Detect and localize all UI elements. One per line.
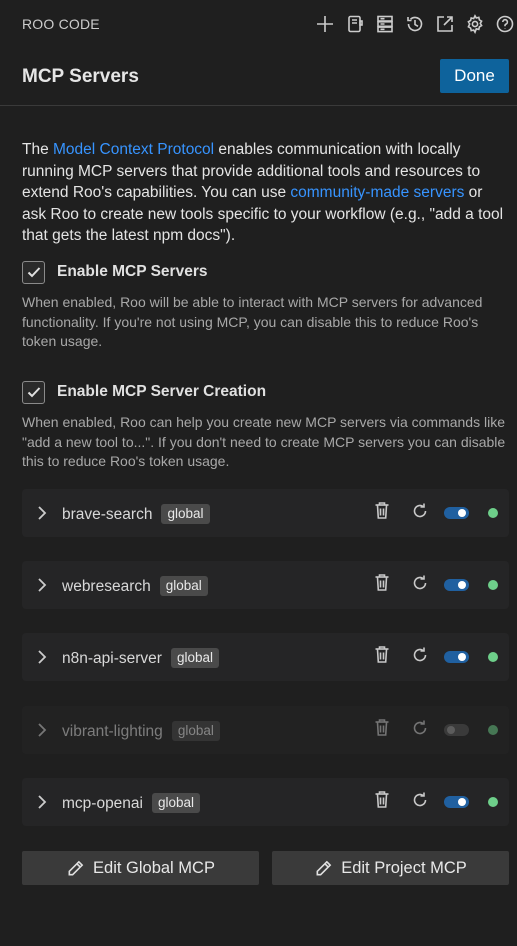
status-dot [488, 797, 498, 807]
status-dot [488, 580, 498, 590]
checkmark-icon [27, 387, 40, 398]
page-header: MCP Servers Done [0, 50, 517, 106]
intro-text: The Model Context Protocol enables commu… [22, 139, 507, 247]
server-name: mcp-openai global [62, 793, 201, 813]
server-name: vibrant-lighting global [62, 721, 220, 741]
enable-mcp-servers-checkbox[interactable] [22, 260, 45, 284]
edit-project-mcp-label: Edit Project MCP [341, 858, 467, 877]
server-name: n8n-api-server global [62, 648, 219, 668]
history-icon[interactable] [404, 12, 426, 36]
delete-icon[interactable] [373, 718, 393, 740]
status-dot [488, 725, 498, 735]
enable-mcp-server-creation-label[interactable]: Enable MCP Server Creation [57, 383, 266, 401]
scope-badge: global [170, 648, 219, 668]
scope-badge: global [152, 793, 201, 813]
restart-icon[interactable] [411, 573, 431, 595]
server-enable-toggle[interactable] [444, 796, 469, 808]
plus-icon[interactable] [314, 12, 336, 36]
settings-icon[interactable] [464, 12, 486, 36]
edit-global-mcp-label: Edit Global MCP [93, 858, 215, 877]
mcp-servers-icon[interactable] [374, 12, 396, 36]
server-item-webresearch[interactable]: webresearch global [22, 561, 509, 609]
server-name-text: n8n-api-server [62, 650, 162, 667]
status-dot [488, 652, 498, 662]
server-item-vibrant-lighting[interactable]: vibrant-lighting global [22, 706, 509, 754]
toggle-knob [458, 653, 466, 661]
server-item-mcp-openai[interactable]: mcp-openai global [22, 778, 509, 826]
community-servers-link[interactable]: community-made servers [290, 184, 464, 201]
intro-part-1: The [22, 141, 54, 158]
server-name-text: brave-search [62, 506, 153, 523]
scope-badge: global [161, 504, 210, 524]
scope-badge: global [171, 721, 220, 741]
chevron-right-icon[interactable] [34, 575, 50, 595]
chevron-right-icon[interactable] [34, 647, 50, 667]
server-name: webresearch global [62, 576, 208, 596]
top-bar: ROO CODE [0, 0, 517, 48]
server-name-text: mcp-openai [62, 795, 143, 812]
delete-icon[interactable] [373, 573, 393, 595]
restart-icon[interactable] [411, 790, 431, 812]
model-context-protocol-link[interactable]: Model Context Protocol [53, 141, 214, 158]
delete-icon[interactable] [373, 790, 393, 812]
toggle-knob [447, 726, 455, 734]
pencil-icon [68, 860, 84, 875]
chevron-right-icon[interactable] [34, 503, 50, 523]
done-button[interactable]: Done [440, 59, 509, 93]
restart-icon[interactable] [411, 501, 431, 523]
enable-mcp-server-creation-checkbox[interactable] [22, 380, 45, 404]
delete-icon[interactable] [373, 645, 393, 667]
server-enable-toggle[interactable] [444, 651, 469, 663]
server-name-text: vibrant-lighting [62, 723, 163, 740]
server-item-n8n-api-server[interactable]: n8n-api-server global [22, 633, 509, 681]
checkmark-icon [27, 267, 40, 278]
status-dot [488, 508, 498, 518]
server-enable-toggle[interactable] [444, 507, 469, 519]
server-name-text: webresearch [62, 578, 151, 595]
enable-mcp-server-creation-row[interactable]: Enable MCP Server Creation [22, 380, 266, 404]
app-title: ROO CODE [22, 16, 100, 32]
edit-global-mcp-button[interactable]: Edit Global MCP [22, 851, 259, 885]
enable-mcp-server-creation-description: When enabled, Roo can help you create ne… [22, 414, 506, 469]
server-enable-toggle[interactable] [444, 579, 469, 591]
server-name: brave-search global [62, 504, 210, 524]
toggle-knob [458, 798, 466, 806]
edit-project-mcp-button[interactable]: Edit Project MCP [272, 851, 509, 885]
toggle-knob [458, 509, 466, 517]
restart-icon[interactable] [411, 718, 431, 740]
toggle-knob [458, 581, 466, 589]
chevron-right-icon[interactable] [34, 792, 50, 812]
help-icon[interactable] [494, 12, 516, 36]
scope-badge: global [159, 576, 208, 596]
chevron-right-icon[interactable] [34, 720, 50, 740]
enable-mcp-servers-label[interactable]: Enable MCP Servers [57, 263, 207, 281]
server-enable-toggle[interactable] [444, 724, 469, 736]
server-item-brave-search[interactable]: brave-search global [22, 489, 509, 537]
page-title: MCP Servers [22, 66, 139, 87]
restart-icon[interactable] [411, 645, 431, 667]
enable-mcp-servers-description: When enabled, Roo will be able to intera… [22, 294, 483, 349]
prompts-icon[interactable] [344, 12, 366, 36]
delete-icon[interactable] [373, 501, 393, 523]
pencil-icon [316, 860, 332, 875]
popout-icon[interactable] [434, 12, 456, 36]
enable-mcp-servers-row[interactable]: Enable MCP Servers [22, 260, 207, 284]
